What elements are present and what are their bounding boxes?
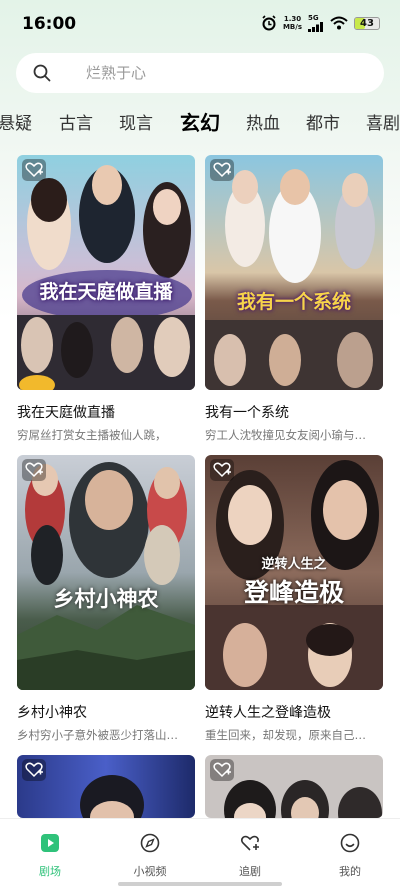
tab-suspense[interactable]: 悬疑 — [0, 109, 32, 134]
search-bar[interactable] — [16, 53, 384, 93]
drama-title[interactable]: 逆转人生之登峰造极 — [205, 702, 383, 722]
poster-title-text: 乡村小神农 — [53, 586, 159, 611]
drama-card[interactable]: 我有一个系统 我有一个系统 穷工人沈牧撞见女友阅小瑜与… — [205, 155, 383, 443]
network-type: 5G — [308, 14, 319, 22]
alarm-icon — [262, 15, 276, 31]
drama-card[interactable]: 我在天庭做直播 我在天庭做直播 穷屌丝打赏女主播被仙人跳， — [17, 155, 195, 443]
drama-poster[interactable] — [17, 755, 195, 818]
drama-description: 重生回来，却发现，原来自己… — [205, 728, 366, 742]
net-speed-unit: MB/s — [282, 23, 302, 31]
poster-artwork — [17, 455, 195, 690]
signal-bars-icon — [308, 22, 323, 32]
tab-modern-romance[interactable]: 现言 — [119, 109, 153, 134]
nav-following[interactable]: 追剧 — [200, 819, 300, 889]
drama-description: 乡村穷小子意外被恶少打落山… — [17, 728, 178, 742]
bottom-nav: 剧场 小视频 追剧 我的 — [0, 818, 400, 889]
drama-title[interactable]: 我有一个系统 — [205, 402, 383, 422]
poster-subtitle-text: 逆转人生之 — [261, 557, 327, 572]
net-speed: 1.30 MB/s — [283, 15, 302, 31]
nav-theater[interactable]: 剧场 — [0, 819, 100, 889]
nav-label: 追剧 — [239, 865, 261, 878]
tab-ancient-romance[interactable]: 古言 — [59, 109, 93, 134]
battery-indicator: 43 — [354, 16, 380, 30]
nav-label: 我的 — [339, 865, 361, 878]
search-icon — [33, 64, 51, 82]
nav-profile[interactable]: 我的 — [300, 819, 400, 889]
home-indicator[interactable] — [118, 882, 282, 886]
drama-card[interactable] — [205, 755, 383, 818]
add-to-list-icon[interactable] — [210, 759, 234, 781]
tab-fantasy[interactable]: 玄幻 — [180, 107, 220, 136]
drama-description: 穷工人沈牧撞见女友阅小瑜与… — [205, 428, 366, 442]
status-icons: 1.30 MB/s 5G 43 — [261, 14, 380, 32]
category-tabs: 悬疑 古言 现言 玄幻 热血 都市 喜剧 — [0, 103, 400, 139]
signal-group: 5G — [308, 14, 324, 32]
drama-poster[interactable]: 乡村小神农 — [17, 455, 195, 690]
drama-poster[interactable] — [205, 755, 383, 818]
battery-level: 43 — [360, 17, 374, 29]
poster-artwork — [205, 155, 383, 390]
add-to-list-icon[interactable] — [22, 759, 46, 781]
status-bar: 16:00 1.30 MB/s 5G 43 — [0, 0, 400, 48]
drama-card[interactable]: 逆转人生之 登峰造极 逆转人生之登峰造极 重生回来，却发现，原来自己… — [205, 455, 383, 743]
heart-plus-icon — [240, 835, 259, 851]
poster-title-text: 登峰造极 — [243, 578, 344, 607]
compass-icon — [140, 833, 160, 853]
nav-label: 剧场 — [39, 865, 61, 878]
poster-artwork — [17, 155, 195, 390]
poster-title-text: 我在天庭做直播 — [39, 281, 173, 303]
wifi-icon — [330, 16, 348, 30]
drama-title[interactable]: 乡村小神农 — [17, 702, 195, 722]
tab-urban[interactable]: 都市 — [306, 109, 340, 134]
tab-action[interactable]: 热血 — [246, 109, 280, 134]
drama-poster[interactable]: 我在天庭做直播 — [17, 155, 195, 390]
add-to-list-icon[interactable] — [210, 459, 234, 481]
smiley-icon — [340, 833, 360, 853]
tab-comedy[interactable]: 喜剧 — [366, 109, 400, 134]
add-to-list-icon[interactable] — [22, 459, 46, 481]
search-input[interactable] — [86, 63, 366, 83]
drama-card[interactable] — [17, 755, 195, 818]
add-to-list-icon[interactable] — [210, 159, 234, 181]
status-time: 16:00 — [22, 14, 77, 34]
poster-title-text: 我有一个系统 — [236, 291, 351, 313]
nav-label: 小视频 — [133, 865, 167, 878]
drama-description: 穷屌丝打赏女主播被仙人跳， — [17, 428, 167, 442]
nav-short-video[interactable]: 小视频 — [100, 819, 200, 889]
drama-poster[interactable]: 逆转人生之 登峰造极 — [205, 455, 383, 690]
play-square-icon — [41, 834, 59, 852]
drama-poster[interactable]: 我有一个系统 — [205, 155, 383, 390]
drama-title[interactable]: 我在天庭做直播 — [17, 402, 195, 422]
drama-card[interactable]: 乡村小神农 乡村小神农 乡村穷小子意外被恶少打落山… — [17, 455, 195, 743]
net-speed-value: 1.30 — [283, 15, 302, 23]
add-to-list-icon[interactable] — [22, 159, 46, 181]
